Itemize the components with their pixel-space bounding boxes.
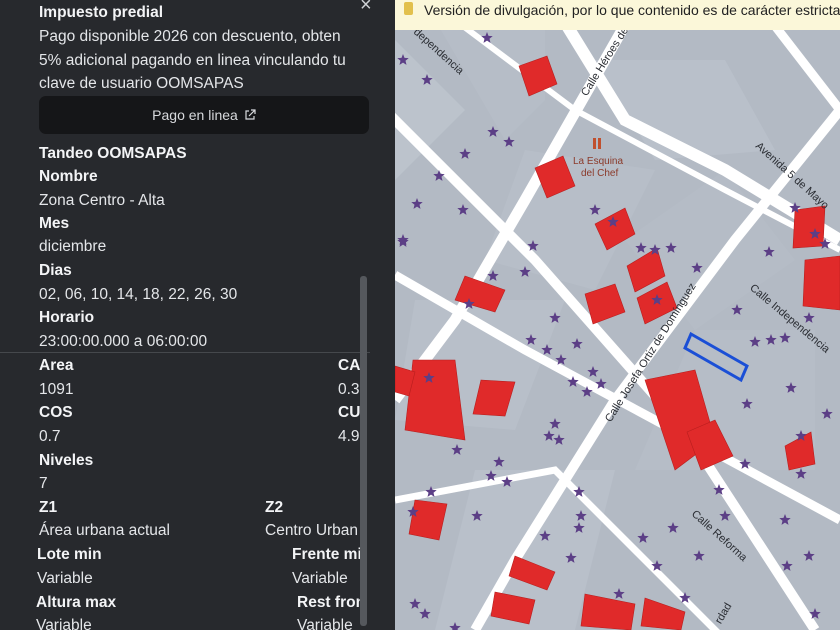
lote-value: Variable	[37, 570, 93, 587]
promo-text-line: clave de usuario OOMSAPAS	[39, 75, 244, 92]
divider	[0, 352, 370, 353]
star-marker-icon[interactable]	[549, 418, 561, 429]
star-marker-icon[interactable]	[779, 514, 791, 525]
star-marker-icon[interactable]	[637, 532, 649, 543]
star-marker-icon[interactable]	[459, 148, 471, 159]
star-marker-icon[interactable]	[693, 550, 705, 561]
cas-value: 0.3	[338, 381, 360, 398]
pay-button-label: Pago en linea	[152, 107, 238, 123]
lote-label: Lote min	[37, 546, 102, 563]
star-marker-icon[interactable]	[493, 456, 505, 467]
nombre-value: Zona Centro - Alta	[39, 192, 165, 209]
poi-label[interactable]: del Chef	[581, 168, 618, 179]
z1-value: Área urbana actual	[39, 522, 170, 539]
frente-label: Frente mi	[292, 546, 362, 563]
star-marker-icon[interactable]	[457, 204, 469, 215]
star-marker-icon[interactable]	[487, 126, 499, 137]
disclaimer-banner: Versión de divulgación, por lo que conte…	[395, 0, 840, 30]
cos-value: 0.7	[39, 428, 61, 445]
star-marker-icon[interactable]	[667, 522, 679, 533]
horario-label: Horario	[39, 309, 95, 326]
cos-label: COS	[39, 404, 73, 421]
altura-label: Altura max	[36, 594, 117, 611]
altura-value: Variable	[36, 617, 92, 630]
dias-value: 02, 06, 10, 14, 18, 22, 26, 30	[39, 286, 238, 303]
notice-icon	[404, 2, 413, 15]
pay-online-button[interactable]: Pago en linea	[39, 96, 369, 134]
cus-value: 4.9	[338, 428, 360, 445]
close-icon[interactable]: ×	[360, 0, 372, 17]
poi-label[interactable]: La Esquina	[573, 156, 623, 167]
star-marker-icon[interactable]	[719, 510, 731, 521]
rest-value: Variable	[297, 617, 353, 630]
panel-scrollbar[interactable]	[360, 276, 367, 626]
star-marker-icon[interactable]	[821, 408, 833, 419]
area-label: Area	[39, 357, 74, 374]
star-marker-icon[interactable]	[613, 588, 625, 599]
promo-text-line: Pago disponible 2026 con descuento, obte…	[39, 28, 341, 45]
star-marker-icon[interactable]	[803, 550, 815, 561]
predial-title: Impuesto predial	[39, 4, 164, 21]
area-value: 1091	[39, 381, 74, 398]
nombre-label: Nombre	[39, 168, 98, 185]
rest-label: Rest fron	[297, 594, 366, 611]
star-marker-icon[interactable]	[731, 304, 743, 315]
dias-label: Dias	[39, 262, 72, 279]
poi-fork-knife-icon	[593, 138, 601, 149]
star-marker-icon[interactable]	[553, 434, 565, 445]
mes-label: Mes	[39, 215, 70, 232]
star-marker-icon[interactable]	[543, 430, 555, 441]
star-marker-icon[interactable]	[409, 598, 421, 609]
map-canvas[interactable]	[395, 0, 840, 630]
star-marker-icon[interactable]	[419, 608, 431, 619]
star-marker-icon[interactable]	[803, 312, 815, 323]
mes-value: diciembre	[39, 238, 107, 255]
niveles-value: 7	[39, 475, 48, 492]
z1-label: Z1	[39, 499, 58, 516]
info-panel: × Impuesto predial Pago disponible 2026 …	[0, 0, 395, 630]
horario-value: 23:00:00.000 a 06:00:00	[39, 333, 208, 350]
star-marker-icon[interactable]	[587, 366, 599, 377]
star-marker-icon[interactable]	[781, 560, 793, 571]
disclaimer-text: Versión de divulgación, por lo que conte…	[424, 2, 840, 18]
tandeo-title: Tandeo OOMSAPAS	[39, 145, 187, 162]
star-marker-icon[interactable]	[411, 198, 423, 209]
external-link-icon	[245, 109, 256, 120]
parcel-map[interactable]: La Esquina del Chef dependencia Calle Hé…	[395, 0, 840, 630]
frente-value: Variable	[292, 570, 348, 587]
star-marker-icon[interactable]	[571, 338, 583, 349]
niveles-label: Niveles	[39, 452, 94, 469]
star-marker-icon[interactable]	[451, 444, 463, 455]
z2-value: Centro Urban	[265, 522, 359, 539]
z2-label: Z2	[265, 499, 284, 516]
promo-text-line: 5% adicional pagando en linea vinculando…	[39, 52, 346, 69]
